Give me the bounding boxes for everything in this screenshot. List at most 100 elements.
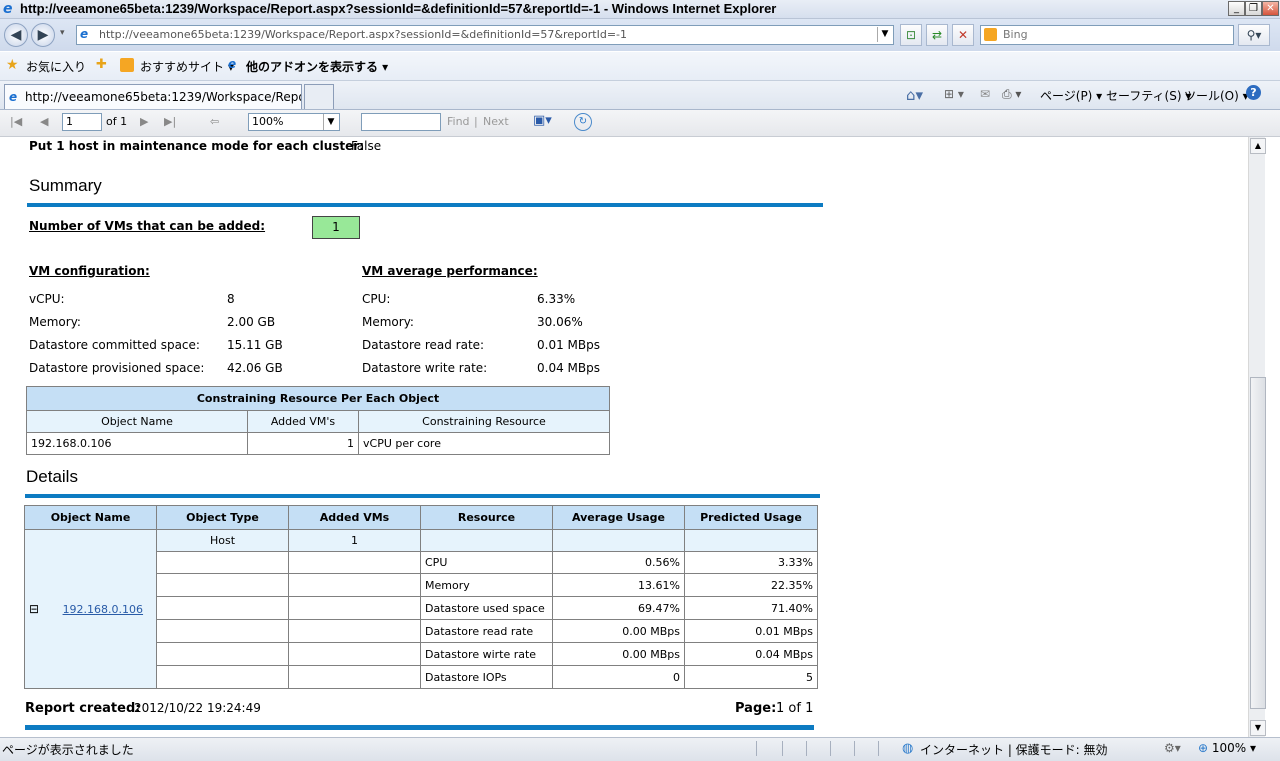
details-header: Object Type [156, 505, 289, 530]
search-button[interactable]: ⚲▾ [1238, 24, 1270, 46]
config-value: 42.06 GB [227, 361, 283, 375]
favorites-button[interactable]: お気に入り [26, 58, 86, 75]
find-input[interactable] [361, 113, 441, 131]
predicted-usage-cell: 3.33% [684, 551, 818, 574]
print-icon[interactable]: ⎙ ▾ [1002, 87, 1021, 102]
vms-added-value: 1 [332, 220, 340, 234]
avg-usage-cell: 69.47% [552, 596, 685, 620]
stop-button[interactable]: ✕ [952, 24, 974, 46]
details-header: Average Usage [552, 505, 685, 530]
maximize-button[interactable]: ❐ [1245, 1, 1262, 16]
avg-usage-cell: 0.00 MBps [552, 642, 685, 666]
scroll-up-icon[interactable]: ▲ [1250, 138, 1266, 154]
constraining-header: Constraining Resource [358, 410, 610, 433]
addons-button[interactable]: 他のアドオンを表示する ▾ [246, 58, 388, 75]
zone-text: インターネット | 保護モード: 無効 [920, 743, 1108, 757]
collapse-icon[interactable]: ⊟ [29, 602, 39, 616]
constraining-title: Constraining Resource Per Each Object [26, 386, 610, 411]
object-name-link[interactable]: 192.168.0.106 [63, 603, 143, 616]
close-button[interactable]: ✕ [1262, 1, 1279, 16]
address-row: ◀ ▶ ▾ e http://veeamone65beta:1239/Works… [0, 19, 1280, 51]
home-icon[interactable]: ⌂▾ [906, 86, 923, 104]
details-empty-cell [156, 573, 289, 597]
ie-logo-icon: e [3, 1, 13, 17]
export-icon[interactable]: ▣▾ [533, 113, 552, 128]
details-empty-cell [156, 619, 289, 643]
details-table: Object Name Object Type Added VMs Resour… [24, 505, 818, 689]
history-dropdown-icon[interactable]: ▾ [60, 28, 65, 38]
vertical-scrollbar[interactable]: ▲ ▼ [1248, 137, 1266, 737]
config-value: 15.11 GB [227, 338, 283, 352]
refresh-button[interactable]: ⇄ [926, 24, 948, 46]
details-empty-cell [288, 665, 421, 689]
constraining-cell: vCPU per core [358, 432, 610, 455]
summary-divider [27, 203, 823, 207]
resource-cell: Datastore used space [420, 596, 553, 620]
zoom-icon: ⊕ [1198, 741, 1209, 755]
status-divider [756, 741, 771, 756]
page-number-input[interactable]: 1 [62, 113, 102, 131]
next-page-icon[interactable]: ▶ [140, 115, 148, 128]
safety-menu[interactable]: セーフティ(S) ▾ [1106, 87, 1191, 104]
help-icon[interactable]: ? [1246, 85, 1261, 100]
address-field[interactable]: e http://veeamone65beta:1239/Workspace/R… [76, 25, 894, 45]
avg-usage-cell: 0.56% [552, 551, 685, 574]
protected-mode-icon[interactable]: ⚙▾ [1164, 741, 1181, 755]
refresh-report-icon[interactable]: ↻ [574, 113, 592, 131]
mail-icon[interactable]: ✉ [980, 87, 990, 101]
bing-icon [984, 28, 997, 41]
search-field[interactable]: Bing [980, 25, 1234, 45]
details-empty-cell [156, 665, 289, 689]
details-added-cell: 1 [288, 529, 421, 552]
first-page-icon[interactable]: |◀ [10, 115, 22, 128]
scroll-down-icon[interactable]: ▼ [1250, 720, 1266, 736]
status-divider [854, 741, 869, 756]
suggested-sites-button[interactable]: おすすめサイト ▾ [140, 58, 234, 75]
details-empty-cell [288, 619, 421, 643]
back-button[interactable]: ◀ [4, 23, 28, 47]
new-tab-button[interactable] [304, 84, 334, 109]
resource-cell: Datastore read rate [420, 619, 553, 643]
address-dropdown-icon[interactable]: ▼ [877, 27, 892, 42]
details-header: Resource [420, 505, 553, 530]
tools-menu[interactable]: ツール(O) ▾ [1184, 87, 1249, 104]
add-favorite-icon[interactable]: ✚ [96, 57, 107, 72]
zoom-dropdown-icon[interactable]: ▼ [323, 114, 338, 130]
details-object-cell: ⊟ 192.168.0.106 [24, 529, 157, 689]
page-menu[interactable]: ページ(P) ▾ [1040, 87, 1102, 104]
zoom-level-button[interactable]: ⊕ 100% ▾ [1198, 741, 1256, 755]
prev-page-icon[interactable]: ◀ [40, 115, 48, 128]
details-empty-cell [288, 573, 421, 597]
perf-value: 0.04 MBps [537, 361, 600, 375]
find-link[interactable]: Find [447, 115, 470, 128]
maintenance-value: False [351, 139, 382, 153]
resource-cell: Datastore wirte rate [420, 642, 553, 666]
avg-usage-cell: 0.00 MBps [552, 619, 685, 643]
status-divider [878, 741, 893, 756]
vms-added-label: Number of VMs that can be added: [29, 219, 266, 233]
status-text: ページが表示されました [2, 743, 134, 757]
zoom-select[interactable]: 100% ▼ [248, 113, 340, 131]
last-page-icon[interactable]: ▶| [164, 115, 176, 128]
details-empty-cell [156, 551, 289, 574]
star-icon: ★ [6, 57, 19, 73]
predicted-usage-cell: 22.35% [684, 573, 818, 597]
details-empty-cell [288, 596, 421, 620]
next-link[interactable]: Next [483, 115, 509, 128]
forward-button[interactable]: ▶ [31, 23, 55, 47]
active-tab[interactable]: e http://veeamone65beta:1239/Workspace/R… [4, 84, 302, 109]
perf-label: Memory: [362, 315, 414, 329]
config-value: 8 [227, 292, 235, 306]
details-empty-cell [288, 642, 421, 666]
compatibility-button[interactable]: ⊡ [900, 24, 922, 46]
details-empty-cell [684, 529, 818, 552]
feeds-icon[interactable]: ⊞ ▾ [944, 87, 964, 101]
details-empty-cell [156, 596, 289, 620]
back-to-parent-icon[interactable]: ⇦ [210, 115, 219, 128]
resource-cell: Datastore IOPs [420, 665, 553, 689]
scroll-thumb[interactable] [1250, 377, 1266, 709]
page-number-value: 1 [66, 115, 73, 128]
avg-usage-cell: 13.61% [552, 573, 685, 597]
minimize-button[interactable]: _ [1228, 1, 1245, 16]
perf-value: 30.06% [537, 315, 583, 329]
